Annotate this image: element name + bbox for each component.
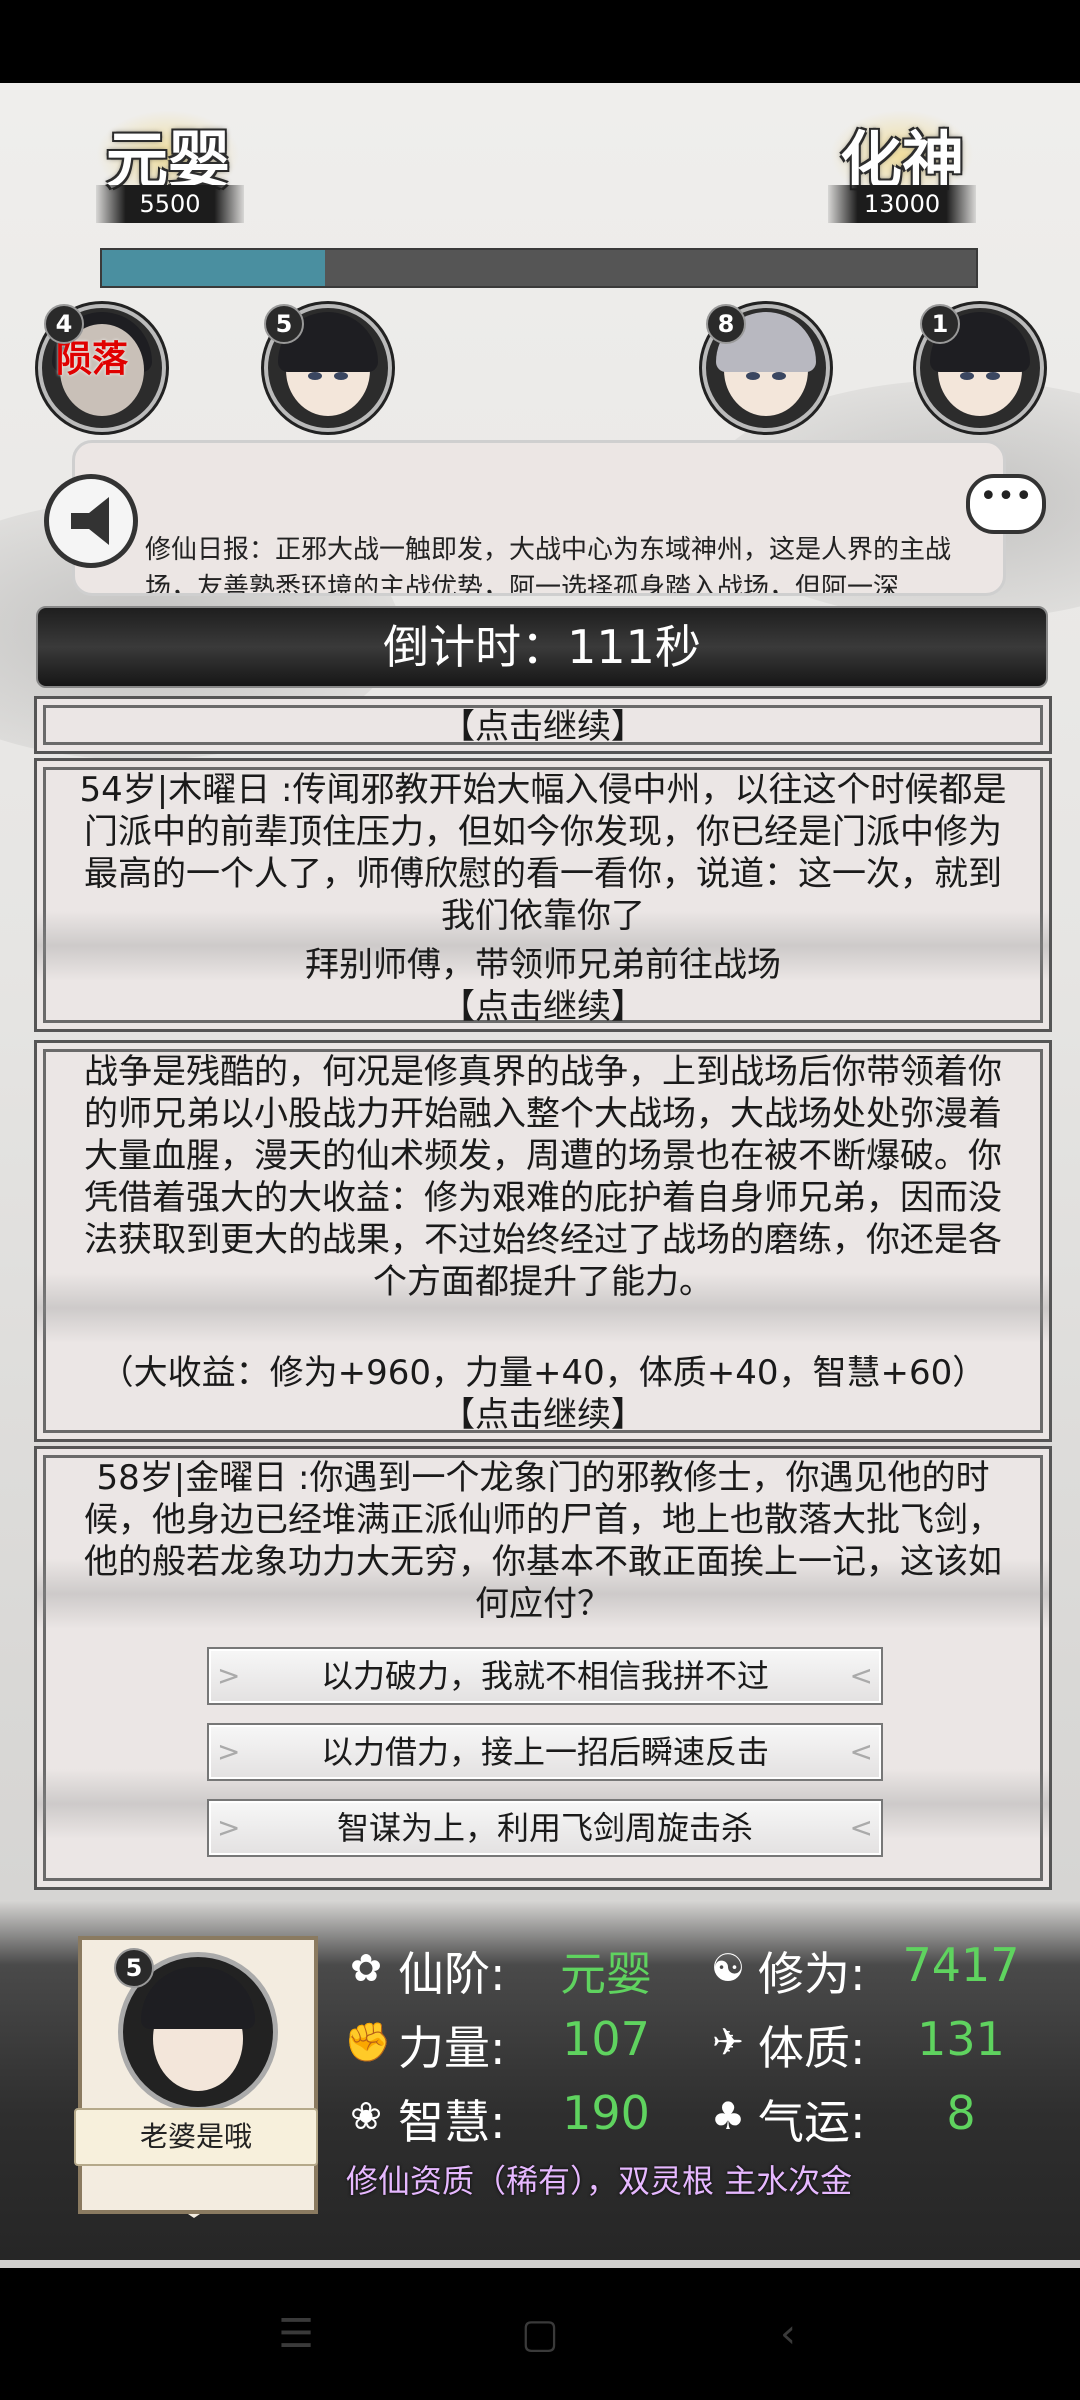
rank-badge: 5 [264, 304, 304, 344]
stat-value-cultivation: 7417 [902, 1938, 1020, 1992]
player-name: 老婆是哦 [74, 2108, 318, 2166]
constitution-icon: ✈ [712, 2020, 744, 2064]
stat-label-realm: 仙阶: [398, 1947, 506, 2001]
strength-icon: ✊ [344, 2020, 392, 2064]
hair-shape [141, 1967, 255, 2029]
news-ticker[interactable]: 修仙日报：正邪大战一触即发，大战中心为东域神州，这是人界的主战场，友善熟悉环境的… [72, 440, 1006, 596]
stat-value-strength: 107 [562, 2012, 650, 2066]
event-panel[interactable]: 战争是残酷的，何况是修真界的战争，上到战场后你带领着你的师兄弟以小股战力开始融入… [34, 1040, 1052, 1442]
continue-label[interactable]: 【点击继续】 [37, 1387, 1049, 1436]
menu-icon[interactable]: ☰ [272, 2310, 320, 2358]
arrow-right-icon: > [217, 1735, 241, 1768]
stat-label-strength: 力量: [398, 2021, 506, 2075]
stat-label-luck: 气运: [758, 2095, 866, 2149]
eye-shape [960, 372, 974, 380]
stat-label-constitution: 体质: [758, 2021, 866, 2075]
option-button-1[interactable]: > 以力破力，我就不相信我拼不过 < [207, 1647, 883, 1705]
option-label: 智谋为上，利用飞剑周旋击杀 [336, 1809, 753, 1847]
cultivation-icon: ☯ [710, 1946, 746, 1990]
arrow-left-icon: < [849, 1659, 873, 1692]
eye-shape [772, 372, 786, 380]
news-text: 修仙日报：正邪大战一触即发，大战中心为东域神州，这是人界的主战场，友善熟悉环境的… [145, 535, 952, 596]
event-text: 战争是残酷的，何况是修真界的战争，上到战场后你带领着你的师兄弟以小股战力开始融入… [84, 1052, 1002, 1302]
game-screen: 元婴 5500 化神 13000 陨落 4 5 8 1 修仙日报：正邪大战一触即… [0, 0, 1080, 2400]
chat-icon[interactable]: ••• [966, 474, 1046, 534]
back-icon[interactable]: ‹ [764, 2310, 812, 2358]
rank-badge: 1 [920, 304, 960, 344]
event-panel: 58岁|金曜日 :你遇到一个龙象门的邪教修士，你遇见他的时候，他身边已经堆满正派… [34, 1446, 1052, 1890]
current-realm-value: 5500 [96, 185, 244, 223]
event-panel[interactable]: 【点击继续】 [34, 696, 1052, 754]
stat-label-wisdom: 智慧: [398, 2095, 506, 2149]
luck-icon: ♣ [710, 2094, 746, 2138]
option-label: 以力借力，接上一招后瞬速反击 [320, 1733, 769, 1771]
event-panel[interactable]: 54岁|木曜日 :传闻邪教开始大幅入侵中州，以往这个时候都是门派中的前辈顶住压力… [34, 758, 1052, 1032]
stat-value-realm: 元婴 [560, 1947, 652, 2001]
realm-icon: ✿ [350, 1946, 382, 1990]
option-button-2[interactable]: > 以力借力，接上一招后瞬速反击 < [207, 1723, 883, 1781]
stat-value-wisdom: 190 [562, 2086, 650, 2140]
eye-shape [746, 372, 760, 380]
megaphone-icon [44, 474, 138, 568]
realm-progress-fill [102, 250, 325, 286]
arrow-right-icon: > [217, 1811, 241, 1844]
arrow-right-icon: > [217, 1659, 241, 1692]
eye-shape [308, 372, 322, 380]
rank-badge: 8 [706, 304, 746, 344]
status-bar [0, 0, 1080, 83]
arrow-left-icon: < [849, 1735, 873, 1768]
event-text: 54岁|木曜日 :传闻邪教开始大幅入侵中州，以往这个时候都是门派中的前辈顶住压力… [79, 770, 1007, 936]
continue-label[interactable]: 【点击继续】 [37, 699, 1049, 748]
event-text: 58岁|金曜日 :你遇到一个龙象门的邪教修士，你遇见他的时候，他身边已经堆满正派… [84, 1458, 1002, 1624]
player-rank-badge: 5 [114, 1948, 154, 1988]
stat-value-luck: 8 [946, 2086, 976, 2140]
eye-shape [334, 372, 348, 380]
rank-badge: 4 [44, 304, 84, 344]
option-button-3[interactable]: > 智谋为上，利用飞剑周旋击杀 < [207, 1799, 883, 1857]
option-label: 以力破力，我就不相信我拼不过 [320, 1657, 769, 1695]
arrow-left-icon: < [849, 1811, 873, 1844]
aptitude-text: 修仙资质（稀有），双灵根 主水次金 [346, 2162, 853, 2200]
stat-label-cultivation: 修为: [758, 1947, 866, 2001]
eye-shape [986, 372, 1000, 380]
countdown-timer: 倒计时：111秒 [36, 606, 1048, 688]
realm-progress-bar [100, 248, 978, 288]
stat-value-constitution: 131 [917, 2012, 1005, 2066]
next-realm-value: 13000 [828, 185, 976, 223]
continue-label[interactable]: 【点击继续】 [37, 979, 1049, 1028]
wisdom-icon: ❀ [350, 2094, 382, 2138]
home-icon[interactable]: ▢ [516, 2310, 564, 2358]
